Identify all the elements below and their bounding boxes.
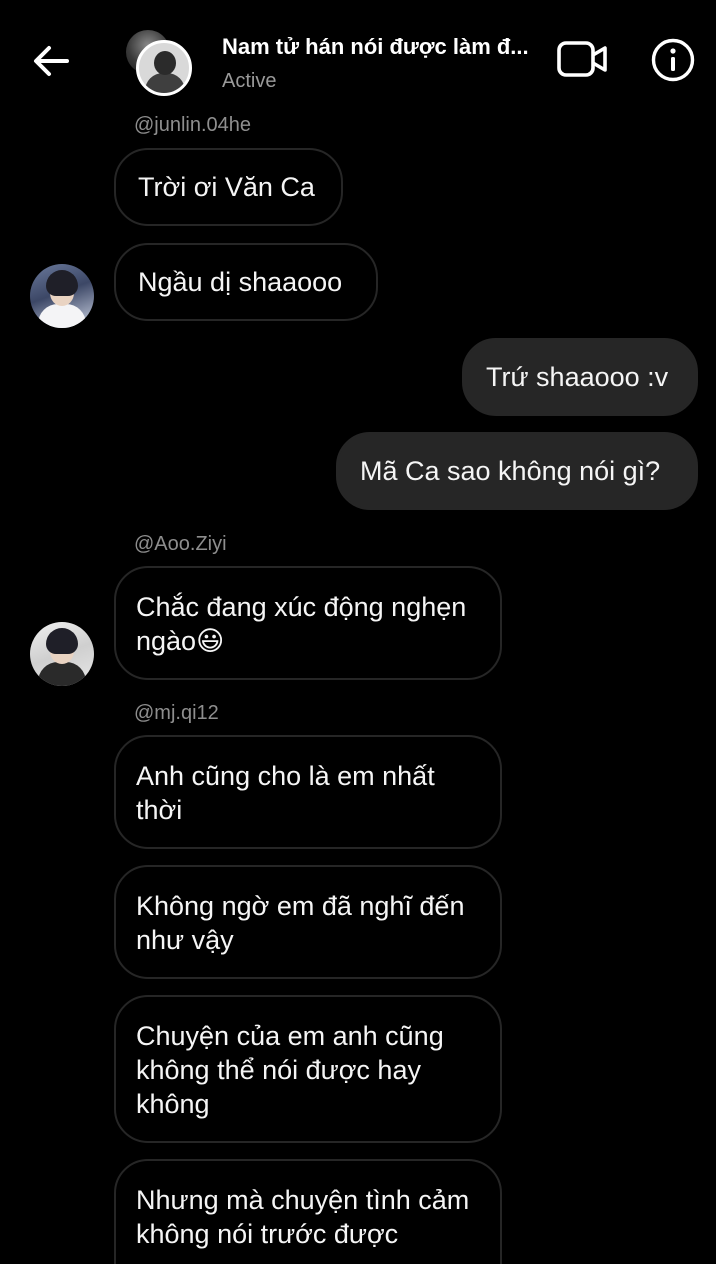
- active-status: Active: [222, 70, 277, 92]
- sender-handle: @Aoo.Ziyi: [134, 533, 227, 555]
- chat-screen: Nam tử hán nói được làm đ... Active @jun…: [0, 0, 716, 1264]
- message-text: Không ngờ em đã nghĩ đến như vậy: [136, 891, 465, 955]
- message-bubble[interactable]: Ngầu dị shaaooo: [114, 243, 378, 321]
- sender-avatar[interactable]: [30, 622, 94, 686]
- sender-handle: @junlin.04he: [134, 114, 252, 136]
- message-bubble[interactable]: Không ngờ em đã nghĩ đến như vậy: [114, 865, 502, 979]
- chat-title[interactable]: Nam tử hán nói được làm đ...: [222, 34, 562, 60]
- info-icon: [651, 38, 695, 82]
- message-text: Trứ shaaooo :v: [486, 362, 669, 392]
- arrow-left-icon: [34, 46, 69, 76]
- sender-avatar[interactable]: [30, 264, 94, 328]
- message-bubble[interactable]: Chắc đang xúc động nghẹn ngào😃: [114, 566, 502, 680]
- message-text: Trời ơi Văn Ca: [138, 172, 315, 202]
- message-bubble[interactable]: Anh cũng cho là em nhất thời: [114, 735, 502, 849]
- group-avatar[interactable]: [122, 28, 194, 100]
- group-avatar-front: [136, 40, 192, 96]
- video-camera-icon: [557, 41, 607, 77]
- message-text: Nhưng mà chuyện tình cảm không nói trước…: [136, 1185, 470, 1249]
- sent-message-bubble[interactable]: Mã Ca sao không nói gì?: [336, 432, 698, 510]
- message-text: Chuyện của em anh cũng không thể nói đượ…: [136, 1021, 444, 1119]
- message-text: Chắc đang xúc động nghẹn ngào😃: [136, 592, 467, 656]
- video-call-button[interactable]: [556, 38, 610, 82]
- message-text: Anh cũng cho là em nhất thời: [136, 761, 435, 825]
- message-bubble[interactable]: Trời ơi Văn Ca: [114, 148, 343, 226]
- message-bubble[interactable]: Chuyện của em anh cũng không thể nói đượ…: [114, 995, 502, 1143]
- info-button[interactable]: [650, 37, 696, 83]
- back-button[interactable]: [28, 38, 74, 84]
- message-bubble[interactable]: Nhưng mà chuyện tình cảm không nói trước…: [114, 1159, 502, 1264]
- chat-header: Nam tử hán nói được làm đ... Active: [0, 0, 716, 120]
- message-text: Ngầu dị shaaooo: [138, 267, 343, 297]
- sent-message-bubble[interactable]: Trứ shaaooo :v: [462, 338, 698, 416]
- sender-handle: @mj.qi12: [134, 702, 219, 724]
- message-text: Mã Ca sao không nói gì?: [360, 456, 661, 486]
